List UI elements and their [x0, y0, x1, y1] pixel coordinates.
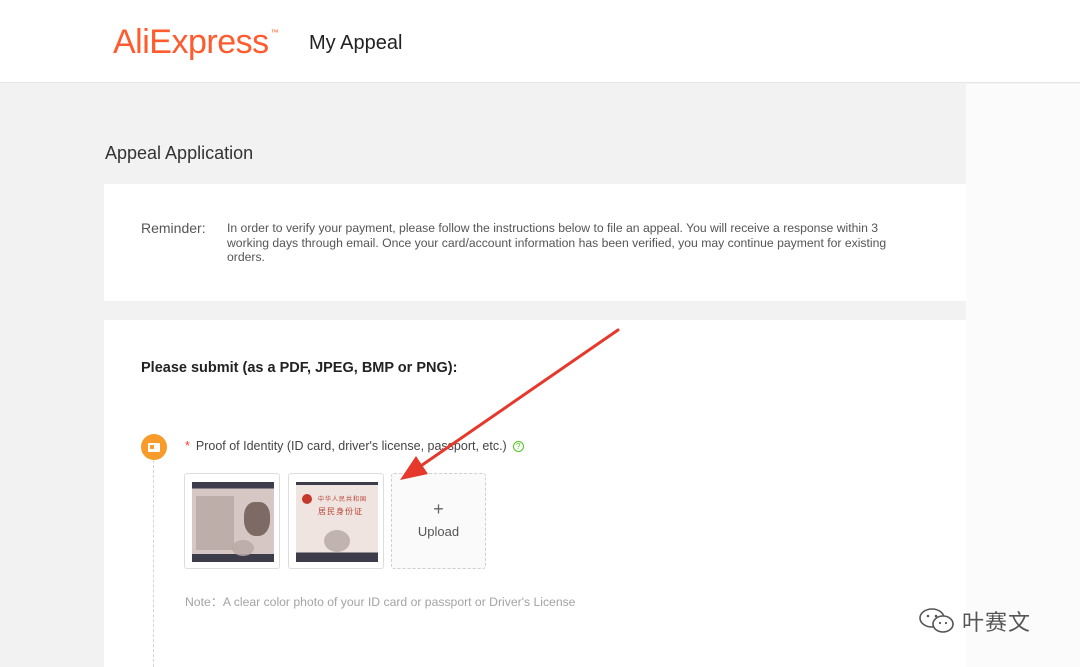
right-background-panel	[966, 84, 1080, 667]
top-header: AliExpress ™ My Appeal	[0, 0, 1080, 83]
wechat-icon	[919, 608, 954, 633]
id-back-title-text: 居民身份证	[318, 507, 363, 516]
portrait-face	[244, 502, 270, 536]
logo-trademark: ™	[270, 28, 279, 37]
uploaded-id-front-thumbnail[interactable]	[184, 473, 280, 569]
national-emblem-icon	[302, 494, 312, 504]
plus-icon: +	[433, 499, 444, 519]
required-mark: *	[185, 439, 190, 453]
reminder-card: Reminder: In order to verify your paymen…	[104, 184, 966, 301]
submission-card: Please submit (as a PDF, JPEG, BMP or PN…	[104, 320, 966, 667]
id-back-header-text: 中华人民共和国	[318, 496, 368, 503]
logo-wordmark: AliExpress	[113, 23, 269, 61]
id-card-step-icon	[141, 434, 167, 460]
upload-button[interactable]: + Upload	[391, 473, 486, 569]
id-card-icon	[148, 442, 160, 452]
upload-label: Upload	[417, 524, 460, 539]
proof-of-identity-label: * Proof of Identity (ID card, driver's l…	[185, 439, 524, 453]
aliexpress-logo[interactable]: AliExpress ™	[113, 20, 279, 64]
proof-of-identity-text: Proof of Identity (ID card, driver's lic…	[195, 439, 507, 453]
id-front-image	[192, 482, 274, 562]
pixelated-area	[196, 496, 234, 550]
id-back-image: 中华人民共和国 居民身份证	[296, 482, 378, 562]
watermark-text: 叶赛文	[962, 611, 1032, 636]
help-icon[interactable]: ?	[512, 440, 524, 452]
wechat-watermark: 叶赛文	[918, 605, 1031, 637]
pixelated-area	[232, 540, 254, 556]
submission-heading: Please submit (as a PDF, JPEG, BMP or PN…	[141, 360, 458, 376]
section-title: Appeal Application	[105, 143, 254, 163]
reminder-label: Reminder:	[141, 220, 206, 236]
upload-note: Note：A clear color photo of your ID card…	[185, 595, 576, 609]
pixelated-area	[324, 530, 350, 552]
step-connector-line	[153, 460, 154, 667]
page-header-title: My Appeal	[309, 32, 403, 54]
reminder-text: In order to verify your payment, please …	[227, 221, 887, 265]
uploaded-id-back-thumbnail[interactable]: 中华人民共和国 居民身份证	[288, 473, 384, 569]
